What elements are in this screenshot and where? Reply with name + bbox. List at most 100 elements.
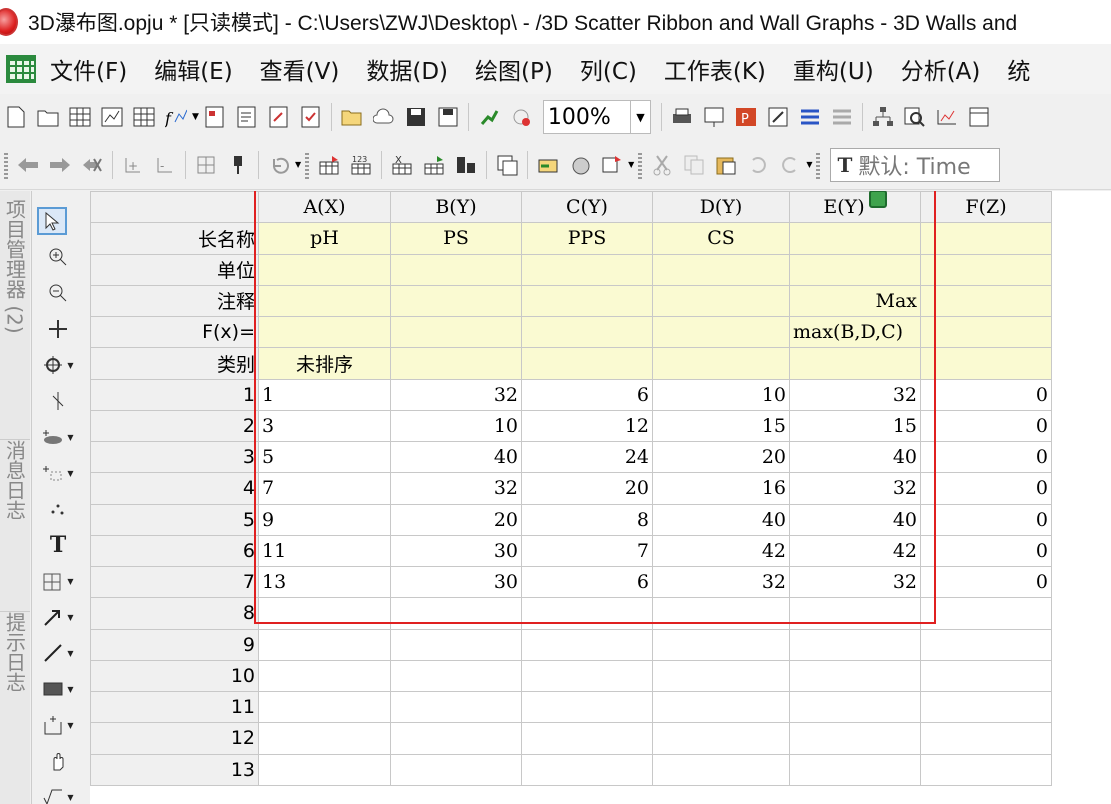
row-number[interactable]: 11 — [90, 690, 259, 724]
menu-data[interactable]: 数据(D) — [366, 52, 448, 86]
data-cell[interactable]: 0 — [920, 503, 1052, 536]
new-graph-icon[interactable] — [101, 106, 123, 128]
meta-cell[interactable] — [789, 222, 921, 255]
toolbar-grip[interactable] — [4, 150, 8, 179]
workbook-icon[interactable] — [6, 55, 36, 83]
meta-cell[interactable] — [920, 222, 1052, 255]
new-matrix-icon[interactable] — [133, 106, 155, 128]
data-cell[interactable] — [652, 722, 790, 755]
data-cell[interactable] — [920, 690, 1052, 724]
powerpoint-icon[interactable]: P — [735, 106, 757, 128]
calendar-icon[interactable] — [968, 106, 990, 128]
data-cell[interactable] — [390, 597, 522, 630]
data-cell[interactable] — [920, 753, 1052, 786]
data-cell[interactable]: 5 — [258, 440, 391, 474]
row-number[interactable]: 2 — [90, 409, 259, 443]
data-cell[interactable]: 42 — [789, 534, 921, 568]
meta-cell[interactable]: PPS — [521, 222, 653, 255]
data-cell[interactable] — [521, 597, 653, 630]
data-cell[interactable]: 7 — [258, 472, 391, 505]
column-header-d[interactable]: D(Y) — [652, 191, 790, 224]
new-workbook-icon[interactable] — [69, 106, 91, 128]
column-y-icon[interactable] — [423, 154, 445, 176]
worksheet-grid[interactable]: A(X) B(Y) C(Y) D(Y) E(Y) F(Z) 长名称 pH PS PPS… — [90, 191, 1111, 804]
data-cell[interactable]: 0 — [920, 378, 1052, 411]
zoom-out-tool-icon[interactable] — [38, 279, 78, 307]
data-cell[interactable] — [920, 659, 1052, 693]
recalculate-icon[interactable] — [510, 106, 532, 128]
data-cell[interactable]: 13 — [258, 565, 391, 599]
column-header-c[interactable]: C(Y) — [521, 191, 653, 224]
row-label[interactable]: 注释 — [90, 284, 259, 318]
data-cell[interactable] — [521, 722, 653, 755]
data-cell[interactable] — [652, 753, 790, 786]
data-cell[interactable] — [789, 597, 921, 630]
hint-log-tab[interactable]: 提示日志 — [0, 611, 30, 751]
run-icon[interactable] — [478, 106, 500, 128]
zoom-in-tool-icon[interactable] — [38, 243, 78, 271]
data-cell[interactable] — [652, 690, 790, 724]
pointer-tool-icon[interactable] — [37, 207, 67, 235]
dropdown-arrow-icon[interactable]: ▼ — [295, 160, 301, 169]
column-header-a[interactable]: A(X) — [258, 191, 391, 224]
data-cell[interactable]: 3 — [258, 409, 391, 443]
row-number[interactable]: 6 — [90, 534, 259, 568]
column-header-f[interactable]: F(Z) — [920, 191, 1052, 224]
data-cell[interactable]: 15 — [789, 409, 921, 443]
pin-icon[interactable] — [227, 154, 249, 176]
data-cell[interactable]: 0 — [920, 440, 1052, 474]
meta-cell[interactable] — [390, 347, 522, 380]
column-stats-icon[interactable] — [455, 154, 477, 176]
data-cell[interactable]: 10 — [652, 378, 790, 411]
meta-cell[interactable]: pH — [258, 222, 391, 255]
redo-gray-icon[interactable] — [779, 154, 801, 176]
save-icon[interactable] — [405, 106, 427, 128]
layer-tool-icon[interactable]: ▼ — [38, 567, 78, 595]
data-cell[interactable]: 40 — [390, 440, 522, 474]
meta-cell[interactable] — [521, 347, 653, 380]
data-cell[interactable]: 30 — [390, 565, 522, 599]
undo-icon[interactable] — [268, 154, 290, 176]
data-cell[interactable] — [789, 659, 921, 693]
data-cell[interactable]: 8 — [521, 503, 653, 536]
arrow-crossed-icon[interactable] — [81, 154, 103, 176]
menu-file[interactable]: 文件(F) — [50, 52, 127, 86]
row-label[interactable]: 类别 — [90, 347, 259, 380]
row-number[interactable]: 12 — [90, 722, 259, 755]
new-folder-icon[interactable] — [37, 106, 59, 128]
row-number[interactable]: 9 — [90, 628, 259, 661]
rescale-icon[interactable] — [195, 154, 217, 176]
crosshair-tool-icon[interactable] — [38, 315, 78, 343]
data-cell[interactable]: 40 — [789, 440, 921, 474]
toolbar-grip[interactable] — [305, 150, 310, 179]
data-reader-tool-icon[interactable]: ▼ — [38, 351, 78, 379]
data-cell[interactable]: 12 — [521, 409, 653, 443]
font-selector[interactable]: T 默认: Time — [830, 147, 1001, 182]
data-cell[interactable] — [652, 628, 790, 661]
row-number[interactable]: 13 — [90, 753, 259, 786]
data-cell[interactable]: 32 — [789, 472, 921, 505]
data-cell[interactable]: 32 — [789, 565, 921, 599]
project-explorer-tab[interactable]: 项目管理器 (2) — [0, 199, 30, 399]
camera-icon[interactable] — [569, 154, 591, 176]
data-cell[interactable] — [390, 659, 522, 693]
data-cell[interactable]: 32 — [390, 378, 522, 411]
meta-cell[interactable]: 未排序 — [258, 347, 391, 380]
data-cell[interactable] — [521, 659, 653, 693]
column-header-b[interactable]: B(Y) — [390, 191, 522, 224]
meta-cell[interactable]: Max — [789, 284, 921, 318]
text-tool-icon[interactable]: T — [38, 531, 78, 559]
row-label[interactable]: 长名称 — [90, 222, 259, 255]
save-template-icon[interactable] — [437, 106, 459, 128]
meta-cell[interactable] — [920, 347, 1052, 380]
meta-cell[interactable]: max(B,D,C) — [789, 315, 921, 349]
data-cell[interactable]: 10 — [390, 409, 522, 443]
data-cell[interactable]: 32 — [390, 472, 522, 505]
region-mask-tool-icon[interactable]: ▼ — [38, 459, 78, 487]
data-cell[interactable]: 20 — [390, 503, 522, 536]
data-cell[interactable] — [789, 628, 921, 661]
arrow-tool-icon[interactable]: ▼ — [38, 603, 78, 631]
zoom-input[interactable]: 100% — [542, 100, 631, 134]
new-script-icon[interactable] — [268, 106, 290, 128]
arrow-right-icon[interactable] — [49, 154, 71, 176]
